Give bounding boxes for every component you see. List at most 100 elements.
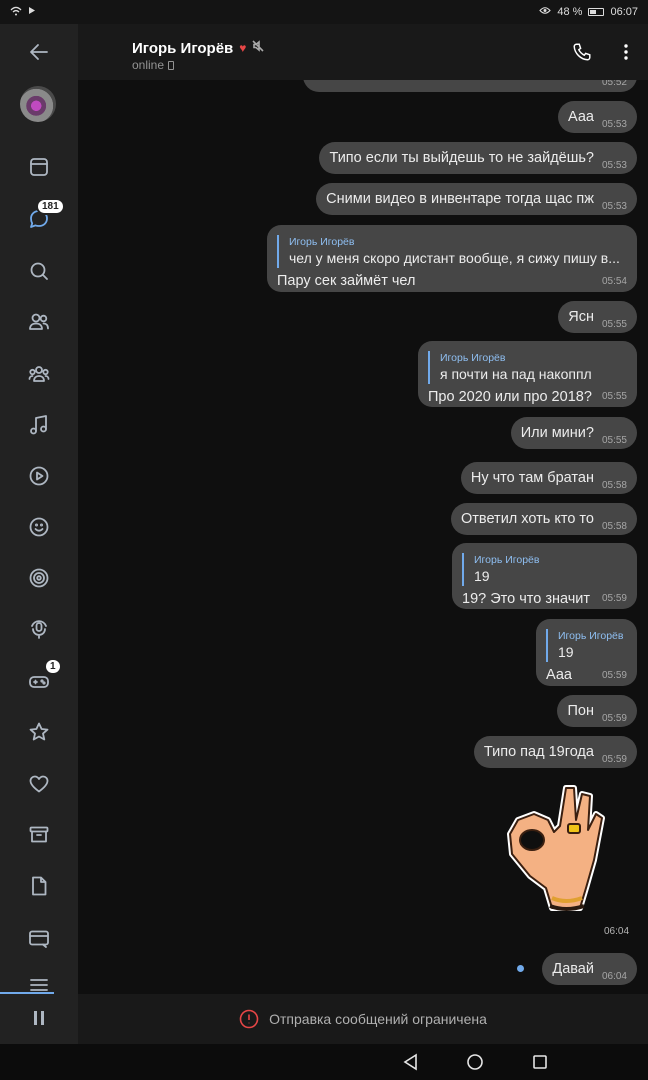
message-text: Давай <box>552 961 594 977</box>
message-time: 05:59 <box>601 670 627 681</box>
message-bubble[interactable]: Пон 05:59 <box>557 695 637 727</box>
podcast-icon <box>31 620 47 639</box>
chat-title-row[interactable]: Игорь Игорёв ♥ <box>132 39 264 57</box>
battery-icon <box>588 8 605 16</box>
mobile-icon <box>168 60 175 70</box>
message-bubble[interactable]: Ответил хоть кто то 05:58 <box>451 503 637 535</box>
message-text: Типо пад 19года <box>483 744 594 760</box>
message-time: 05:53 <box>601 119 627 130</box>
reply-message-bubble[interactable]: Игорь Игорёв 19 19? Это что значит 05:59 <box>452 543 637 609</box>
games-badge: 1 <box>44 658 62 675</box>
sidebar-item-more[interactable] <box>19 970 59 992</box>
play-circle-icon <box>29 466 49 486</box>
sidebar-item-music[interactable] <box>19 405 59 445</box>
online-status: online <box>132 58 165 72</box>
message-bubble[interactable]: Или мини? 05:55 <box>510 417 637 449</box>
messages-badge: 181 <box>36 198 65 215</box>
target-icon <box>29 568 49 588</box>
message-bubble[interactable]: Ааа 05:53 <box>558 101 637 133</box>
card-icon <box>29 930 49 948</box>
back-button[interactable] <box>19 32 59 72</box>
list-icon <box>30 979 48 991</box>
message-bubble[interactable]: Давай 06:04 <box>542 953 637 985</box>
message-bubble[interactable]: Ясн 05:55 <box>558 301 637 333</box>
message-bubble[interactable]: Ну что там братан 05:58 <box>460 462 637 494</box>
message-text: Ааа <box>568 109 594 125</box>
reply-author: Игорь Игорёв <box>474 554 540 566</box>
message-text: Типо если ты выйдешь то не зайдёшь? <box>329 150 594 166</box>
search-icon <box>30 262 48 280</box>
muted-icon <box>252 39 264 57</box>
message-time: 05:53 <box>601 201 627 212</box>
chat-header: Игорь Игорёв ♥ online <box>78 24 648 80</box>
pause-button[interactable] <box>29 1008 49 1028</box>
reply-author: Игорь Игорёв <box>558 630 624 642</box>
reply-quote[interactable]: Игорь Игорёв я почти на пад накоппл <box>428 351 627 384</box>
message-bubble-partial[interactable]: 05:52 <box>303 80 637 92</box>
sticker-time: 06:04 <box>604 926 630 937</box>
message-bubble[interactable]: Сними видео в инвентаре тогда щас пж 05:5… <box>316 183 637 215</box>
message-text: Пон <box>567 703 594 719</box>
sidebar-item-video[interactable] <box>19 456 59 496</box>
chat-status: online <box>132 58 175 72</box>
reply-text: 19 <box>474 568 490 584</box>
reply-quote[interactable]: Игорь Игорёв 19 <box>546 629 627 662</box>
reply-message-bubble[interactable]: Игорь Игорёв я почти на пад накоппл Про … <box>418 341 637 407</box>
document-icon <box>32 876 47 896</box>
message-text: Ответил хоть кто то <box>461 511 594 527</box>
more-button[interactable] <box>608 34 644 70</box>
sidebar-item-archive[interactable] <box>19 815 59 855</box>
sidebar-item-feed[interactable] <box>19 147 59 187</box>
sidebar-item-podcasts[interactable] <box>19 610 59 650</box>
sidebar-item-search[interactable] <box>19 251 59 291</box>
reply-text: 19 <box>558 644 574 660</box>
nav-home-icon[interactable] <box>466 1053 484 1071</box>
smile-icon <box>29 517 49 537</box>
reply-text: чел у меня скоро дистант вообще, я сижу … <box>289 250 620 266</box>
sidebar-item-friends[interactable] <box>19 302 59 342</box>
avatar[interactable] <box>20 86 56 122</box>
status-bar: 48 % 06:07 <box>0 0 648 24</box>
sidebar-item-documents[interactable] <box>19 866 59 906</box>
system-nav-bar <box>0 1044 648 1080</box>
sidebar-item-likes[interactable] <box>19 764 59 804</box>
clock: 06:07 <box>610 6 638 18</box>
chat-area: 05:52 Ааа 05:53 Типо если ты выйдешь то н… <box>78 80 648 994</box>
friends-icon <box>29 313 49 330</box>
nav-recents-icon[interactable] <box>531 1053 549 1071</box>
message-time: 05:59 <box>601 754 627 765</box>
message-text: Про 2020 или про 2018? <box>428 389 592 405</box>
reply-quote[interactable]: Игорь Игорёв 19 <box>462 553 627 586</box>
arrow-left-icon <box>30 44 48 60</box>
message-time: 05:55 <box>601 319 627 330</box>
sidebar-item-communities[interactable] <box>19 354 59 394</box>
message-time: 05:59 <box>601 593 627 604</box>
newsfeed-icon <box>30 158 48 176</box>
music-note-icon <box>30 415 47 435</box>
sidebar-item-bookmarks[interactable] <box>19 712 59 752</box>
reply-message-bubble[interactable]: Игорь Игорёв 19 Ааа 05:59 <box>536 619 637 686</box>
reply-text: я почти на пад накоппл <box>440 366 592 382</box>
ok-hand-sticker[interactable] <box>504 780 608 930</box>
message-time: 05:58 <box>601 480 627 491</box>
message-time: 05:53 <box>601 160 627 171</box>
sidebar-item-stickers[interactable] <box>19 507 59 547</box>
message-bubble[interactable]: Типо пад 19года 05:59 <box>473 736 637 768</box>
message-time: 05:54 <box>601 276 627 287</box>
message-time: 05:55 <box>601 391 627 402</box>
reply-author: Игорь Игорёв <box>289 236 355 248</box>
message-text: Сними видео в инвентаре тогда щас пж <box>326 191 594 207</box>
reply-message-bubble[interactable]: Игорь Игорёв чел у меня скоро дистант во… <box>267 225 637 292</box>
sidebar-item-clips[interactable] <box>19 558 59 598</box>
message-bubble[interactable]: Типо если ты выйдешь то не зайдёшь? 05:53 <box>319 142 637 174</box>
eye-icon <box>539 6 552 18</box>
messaging-restricted-banner: Отправка сообщений ограничена <box>78 994 648 1044</box>
unread-indicator <box>517 965 524 972</box>
call-button[interactable] <box>564 34 600 70</box>
heart-icon: ♥ <box>239 41 247 55</box>
reply-author: Игорь Игорёв <box>440 352 506 364</box>
nav-back-icon[interactable] <box>402 1053 420 1071</box>
reply-quote[interactable]: Игорь Игорёв чел у меня скоро дистант во… <box>277 235 627 268</box>
battery-percent: 48 % <box>557 6 583 18</box>
sidebar-item-payments[interactable] <box>19 918 59 958</box>
